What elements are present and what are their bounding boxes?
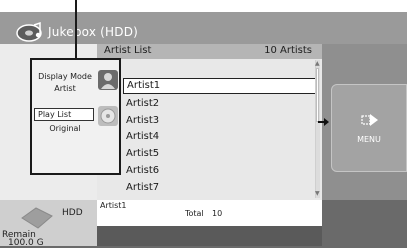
menu-label: MENU xyxy=(357,135,381,144)
page-title: Jukebox (HDD) xyxy=(48,25,139,39)
list-column-header: Artist List 10 Artists xyxy=(97,44,322,59)
artist-count: 10 Artists xyxy=(264,45,312,56)
list-item[interactable]: Artist2 xyxy=(123,96,316,112)
menu-arrow-icon xyxy=(361,114,378,126)
jukebox-icon xyxy=(16,21,42,42)
callout-line xyxy=(75,0,77,58)
selection-info: Artist1 Total 10 xyxy=(97,200,322,226)
list-item[interactable]: Artist3 xyxy=(123,113,316,129)
top-band xyxy=(0,0,407,12)
title-row: Jukebox (HDD) xyxy=(16,20,316,44)
remain-value: 100.0 G xyxy=(8,238,44,248)
list-item[interactable]: Artist5 xyxy=(123,146,316,162)
disc-icon[interactable] xyxy=(98,106,118,126)
list-column-label: Artist List xyxy=(104,45,152,56)
scroll-down-icon[interactable]: ▼ xyxy=(315,190,320,197)
scroll-up-icon[interactable]: ▲ xyxy=(315,60,320,67)
footer-right xyxy=(322,200,407,246)
storage-info: HDD Remain 100.0 G xyxy=(0,200,97,248)
display-mode-value: Artist xyxy=(54,84,76,93)
arrow-right-icon xyxy=(318,112,330,126)
total-value: 10 xyxy=(212,209,223,218)
list-item[interactable]: Artist4 xyxy=(123,129,316,145)
display-mode-label: Display Mode xyxy=(38,72,92,81)
list-item[interactable]: Artist6 xyxy=(123,163,316,179)
menu-button[interactable]: MENU xyxy=(331,84,407,172)
list-item-selected[interactable]: Artist1 xyxy=(123,78,316,94)
hdd-icon xyxy=(21,207,53,229)
person-icon[interactable] xyxy=(98,70,118,90)
play-list-value: Original xyxy=(49,124,81,133)
play-list-selector[interactable]: Play List xyxy=(34,108,94,121)
total-label: Total xyxy=(185,209,204,218)
drive-label: HDD xyxy=(62,208,83,218)
selected-artist: Artist1 xyxy=(100,201,127,210)
list-item[interactable]: Artist7 xyxy=(123,180,316,196)
footer-bar xyxy=(97,226,322,246)
